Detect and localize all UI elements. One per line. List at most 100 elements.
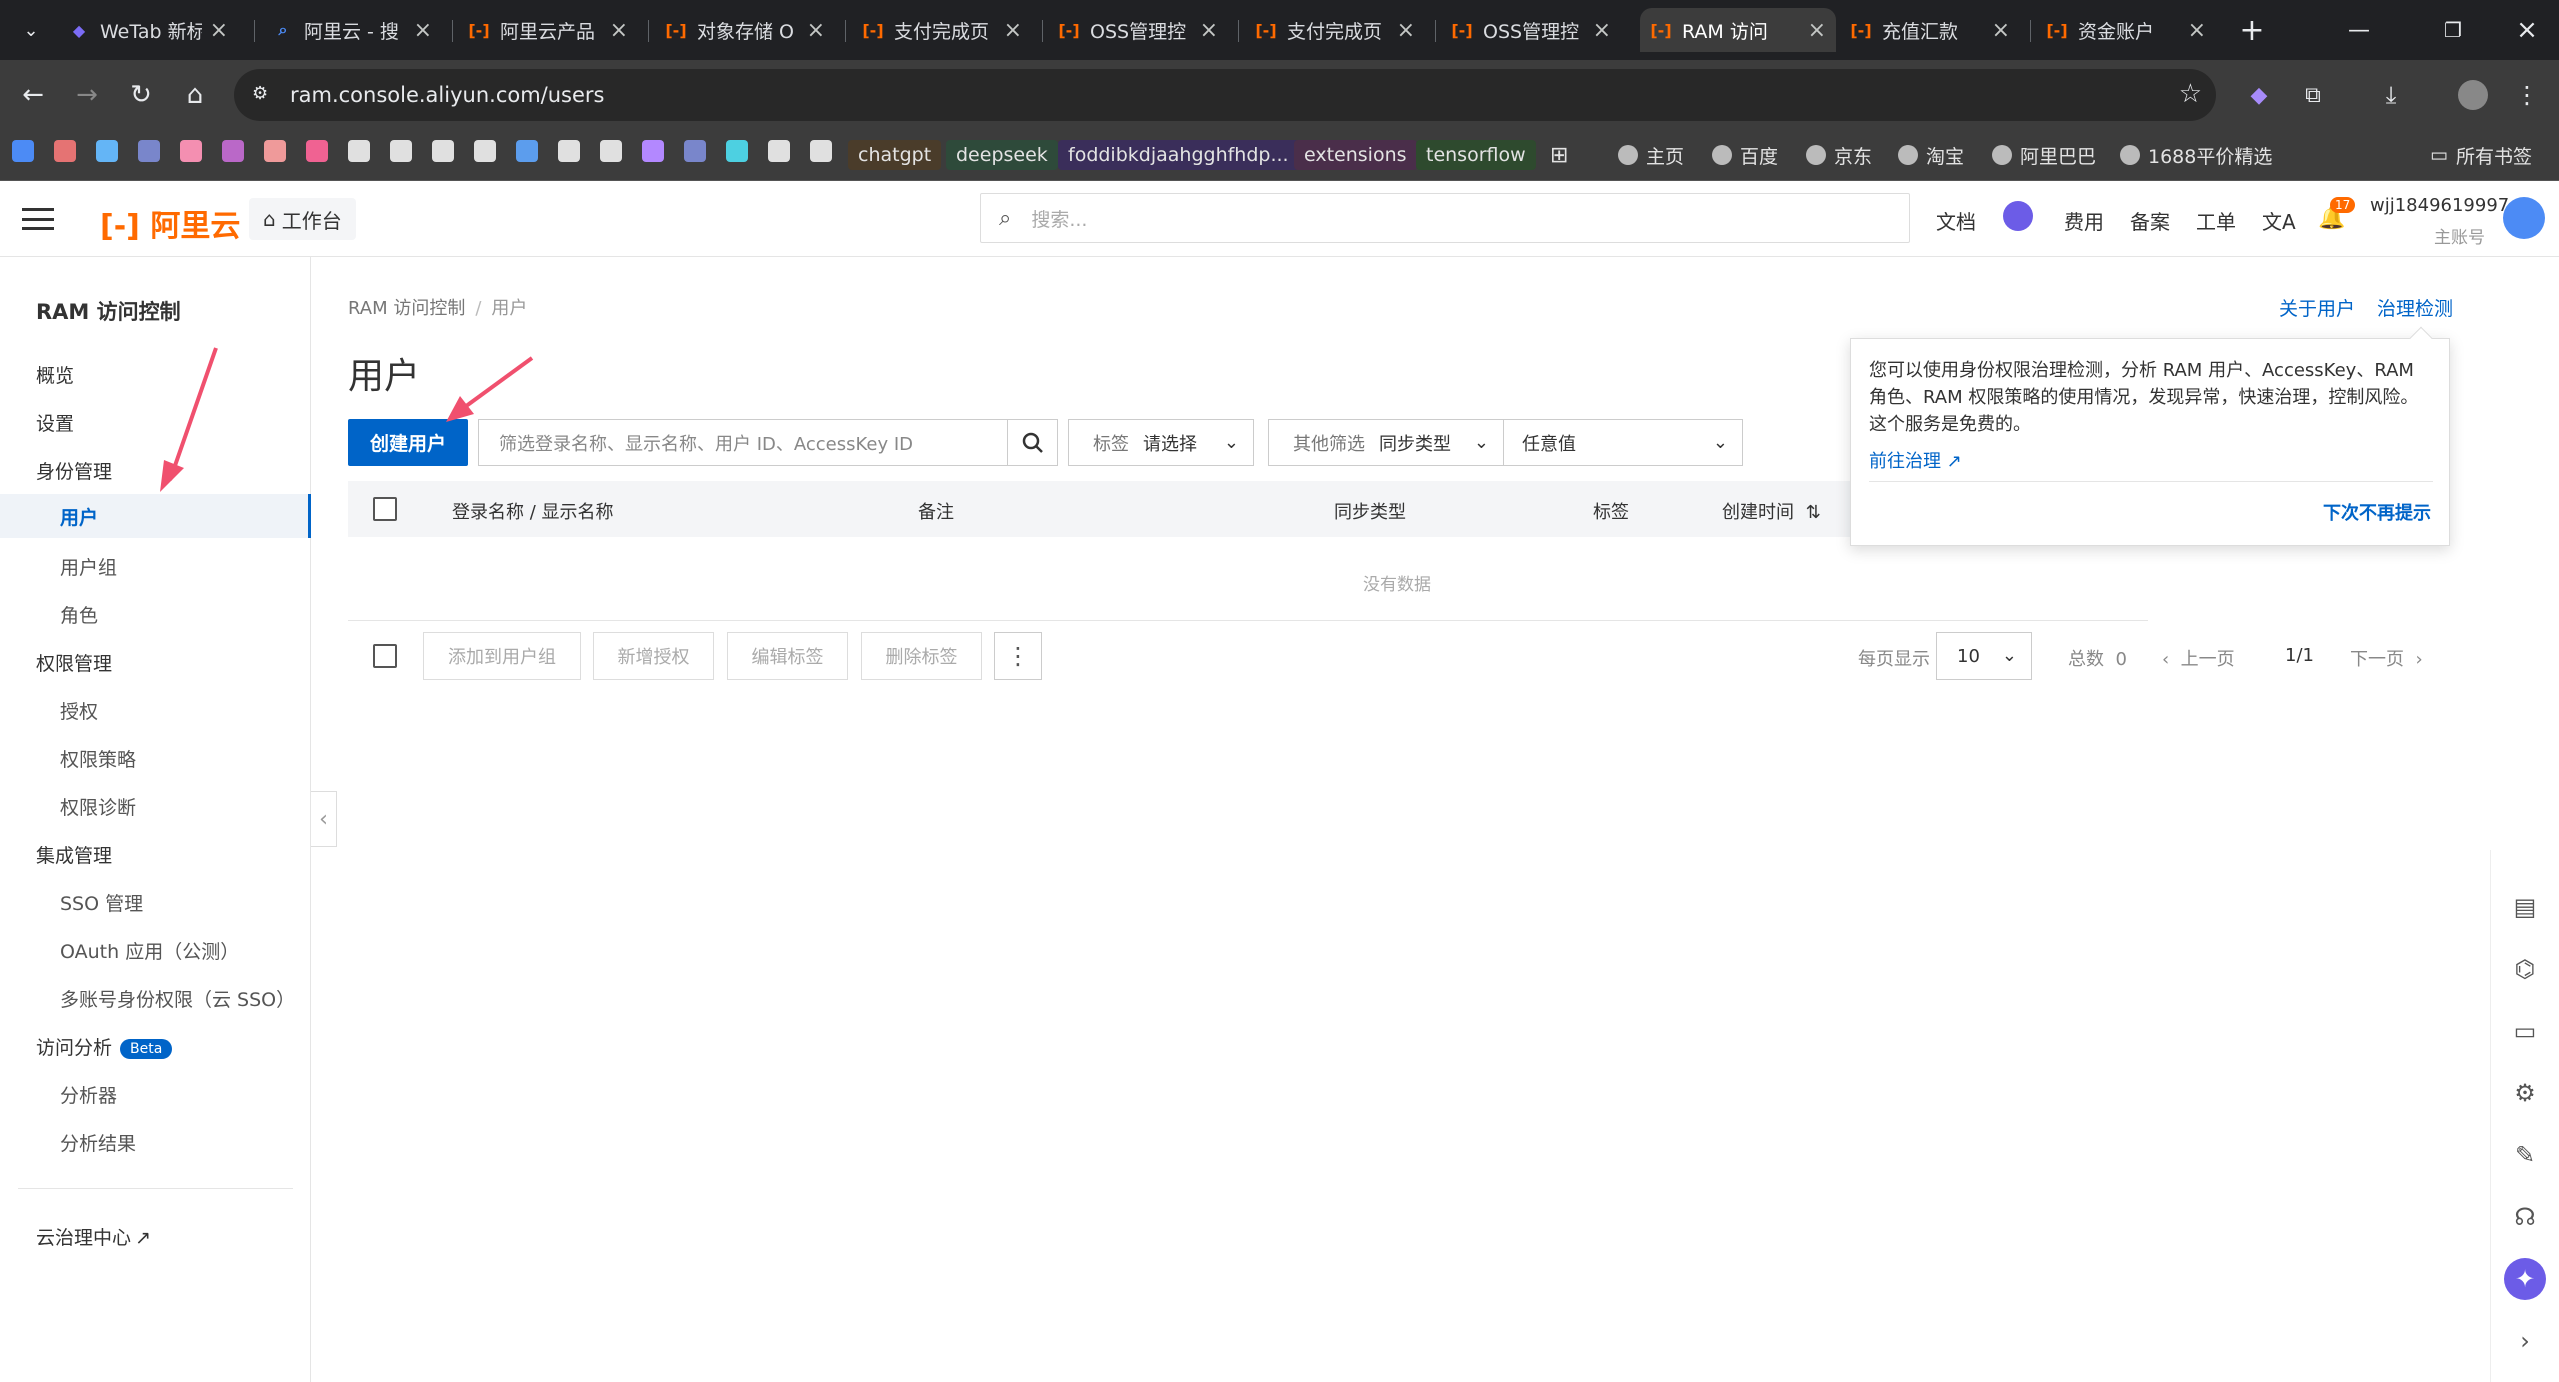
bookmark-favicon-icon[interactable]: [96, 140, 118, 162]
sidebar-item-diagnostics[interactable]: 权限诊断: [60, 793, 136, 820]
reload-icon[interactable]: ↻: [122, 76, 160, 114]
bookmark-taobao[interactable]: 淘宝: [1898, 140, 1964, 170]
bookmark-favicon-icon[interactable]: [726, 140, 748, 162]
user-avatar[interactable]: [2503, 197, 2545, 239]
extensions-puzzle-icon[interactable]: ⧉: [2294, 76, 2332, 114]
bookmark-favicon-icon[interactable]: [810, 140, 832, 162]
sidebar-item-roles[interactable]: 角色: [60, 601, 98, 628]
minimize-icon[interactable]: —: [2340, 11, 2378, 49]
all-bookmarks[interactable]: ▭ 所有书签: [2430, 140, 2532, 170]
bookmark-favicon-icon[interactable]: [12, 140, 34, 162]
tab-aliyun-search[interactable]: ⌕ 阿里云 - 搜 ×: [262, 8, 442, 52]
any-value-select[interactable]: 任意值 ⌄: [1503, 419, 1743, 466]
workbench-button[interactable]: ⌂ 工作台: [249, 198, 356, 240]
edit-tags-button[interactable]: 编辑标签: [727, 632, 848, 680]
bookmark-favicon-icon[interactable]: [222, 140, 244, 162]
bookmark-favicon-icon[interactable]: [642, 140, 664, 162]
language-icon[interactable]: 文A: [2262, 206, 2296, 235]
tab-aliyun-products[interactable]: [-] 阿里云产品 ×: [458, 8, 638, 52]
close-icon[interactable]: ×: [1004, 18, 1022, 43]
add-permission-button[interactable]: 新增授权: [593, 632, 714, 680]
bookmark-baidu[interactable]: 百度: [1712, 140, 1778, 170]
tab-search-chevron-icon[interactable]: ⌄: [12, 11, 50, 49]
page-size-select[interactable]: 10 ⌄: [1936, 632, 2032, 680]
sidebar-item-user-groups[interactable]: 用户组: [60, 553, 117, 580]
sidebar-item-governance-center[interactable]: 云治理中心 ↗: [36, 1223, 151, 1250]
close-icon[interactable]: ×: [807, 18, 825, 43]
next-page-button[interactable]: 下一页 ›: [2350, 645, 2423, 671]
bulk-select-checkbox[interactable]: [373, 644, 397, 668]
sidebar-item-oauth[interactable]: OAuth 应用（公测）: [60, 937, 239, 964]
sidebar-group-permissions[interactable]: 权限管理: [36, 649, 112, 676]
account-name[interactable]: wjj1849619997: [2370, 195, 2509, 216]
search-button[interactable]: [1008, 419, 1058, 466]
sidebar-item-analyzer[interactable]: 分析器: [60, 1081, 117, 1108]
ai-assistant-icon[interactable]: ✦: [2504, 1258, 2546, 1300]
tab-wetab[interactable]: ◆ WeTab 新标 ×: [58, 8, 238, 52]
sidebar-item-analysis-results[interactable]: 分析结果: [60, 1129, 136, 1156]
billing-link[interactable]: 费用: [2064, 206, 2104, 235]
bookmark-star-icon[interactable]: ☆: [2179, 79, 2202, 109]
dismiss-popover-button[interactable]: 下次不再提示: [2323, 499, 2431, 525]
gear-icon[interactable]: ⚙: [2508, 1076, 2542, 1110]
url-text[interactable]: ram.console.aliyun.com/users: [290, 83, 605, 107]
omnibox[interactable]: ⚙ ram.console.aliyun.com/users ☆: [234, 69, 2216, 121]
bookmark-extensions[interactable]: extensions: [1294, 140, 1417, 170]
terminal-icon[interactable]: ▭: [2508, 1014, 2542, 1048]
sidebar-collapse-chevron-icon[interactable]: ‹: [311, 791, 337, 847]
tab-fund-account[interactable]: [-] 资金账户 ×: [2036, 8, 2216, 52]
bookmark-home[interactable]: 主页: [1618, 140, 1684, 170]
extension-purple-icon[interactable]: ◆: [2240, 76, 2278, 114]
tab-payment-done[interactable]: [-] 支付完成页 ×: [852, 8, 1032, 52]
close-icon[interactable]: ×: [210, 18, 228, 43]
tab-payment-done-2[interactable]: [-] 支付完成页 ×: [1245, 8, 1425, 52]
close-icon[interactable]: ×: [1200, 18, 1218, 43]
close-icon[interactable]: ×: [1992, 18, 2010, 43]
select-all-checkbox[interactable]: [373, 497, 397, 521]
more-actions-icon[interactable]: ⋮: [994, 632, 1042, 680]
close-icon[interactable]: ×: [1808, 18, 1826, 43]
chevron-right-icon[interactable]: ›: [2508, 1324, 2542, 1358]
bookmark-chatgpt[interactable]: chatgpt: [848, 140, 942, 170]
bookmark-favicon-icon[interactable]: [264, 140, 286, 162]
sidebar-item-overview[interactable]: 概览: [36, 361, 74, 388]
bookmark-foddibk[interactable]: foddibkdjaahgghfhdp...: [1058, 140, 1299, 170]
home-icon[interactable]: ⌂: [176, 76, 214, 114]
more-menu-icon[interactable]: ⋮: [2508, 76, 2546, 114]
bookmark-favicon-icon[interactable]: [54, 140, 76, 162]
breadcrumb-root[interactable]: RAM 访问控制: [348, 298, 465, 319]
close-icon[interactable]: ×: [610, 18, 628, 43]
api-icon[interactable]: ⌬: [2508, 952, 2542, 986]
sidebar-item-settings[interactable]: 设置: [36, 409, 74, 436]
support-headset-icon[interactable]: ☊: [2508, 1200, 2542, 1234]
go-governance-link[interactable]: 前往治理 ↗: [1869, 447, 1962, 473]
bookmark-favicon-icon[interactable]: [474, 140, 496, 162]
bookmark-1688[interactable]: 1688平价精选: [2120, 140, 2272, 170]
edit-icon[interactable]: ✎: [2508, 1138, 2542, 1172]
tab-ram-access[interactable]: [-] RAM 访问 ×: [1640, 8, 1836, 52]
tag-select[interactable]: 标签 请选择 ⌄: [1068, 419, 1254, 466]
sidebar-item-policies[interactable]: 权限策略: [60, 745, 136, 772]
back-arrow-icon[interactable]: ←: [14, 76, 52, 114]
sidebar-group-integration[interactable]: 集成管理: [36, 841, 112, 868]
bookmark-favicon-icon[interactable]: [684, 140, 706, 162]
governance-check-link[interactable]: 治理检测: [2377, 294, 2453, 321]
bookmark-alibaba[interactable]: 阿里巴巴: [1992, 140, 2096, 170]
bookmark-favicon-icon[interactable]: [600, 140, 622, 162]
about-users-link[interactable]: 关于用户: [2279, 294, 2355, 321]
bookmark-deepseek[interactable]: deepseek: [946, 140, 1058, 170]
document-icon[interactable]: ▤: [2508, 890, 2542, 924]
sidebar-group-access-analysis[interactable]: 访问分析 Beta: [36, 1033, 173, 1060]
ai-assistant-icon[interactable]: [2003, 201, 2033, 231]
sidebar-item-sso[interactable]: SSO 管理: [60, 889, 143, 916]
docs-link[interactable]: 文档: [1936, 206, 1976, 235]
sidebar-item-users[interactable]: 用户: [0, 494, 311, 538]
bookmark-jd[interactable]: 京东: [1806, 140, 1872, 170]
other-filter-select[interactable]: 其他筛选 同步类型 ⌄: [1268, 419, 1504, 466]
download-icon[interactable]: ⤓: [2372, 76, 2410, 114]
tab-recharge[interactable]: [-] 充值汇款 ×: [1840, 8, 2020, 52]
profile-avatar-icon[interactable]: [2454, 76, 2492, 114]
bookmark-favicon-icon[interactable]: [558, 140, 580, 162]
tab-oss-console-2[interactable]: [-] OSS管理控 ×: [1441, 8, 1621, 52]
ticket-link[interactable]: 工单: [2196, 206, 2236, 235]
